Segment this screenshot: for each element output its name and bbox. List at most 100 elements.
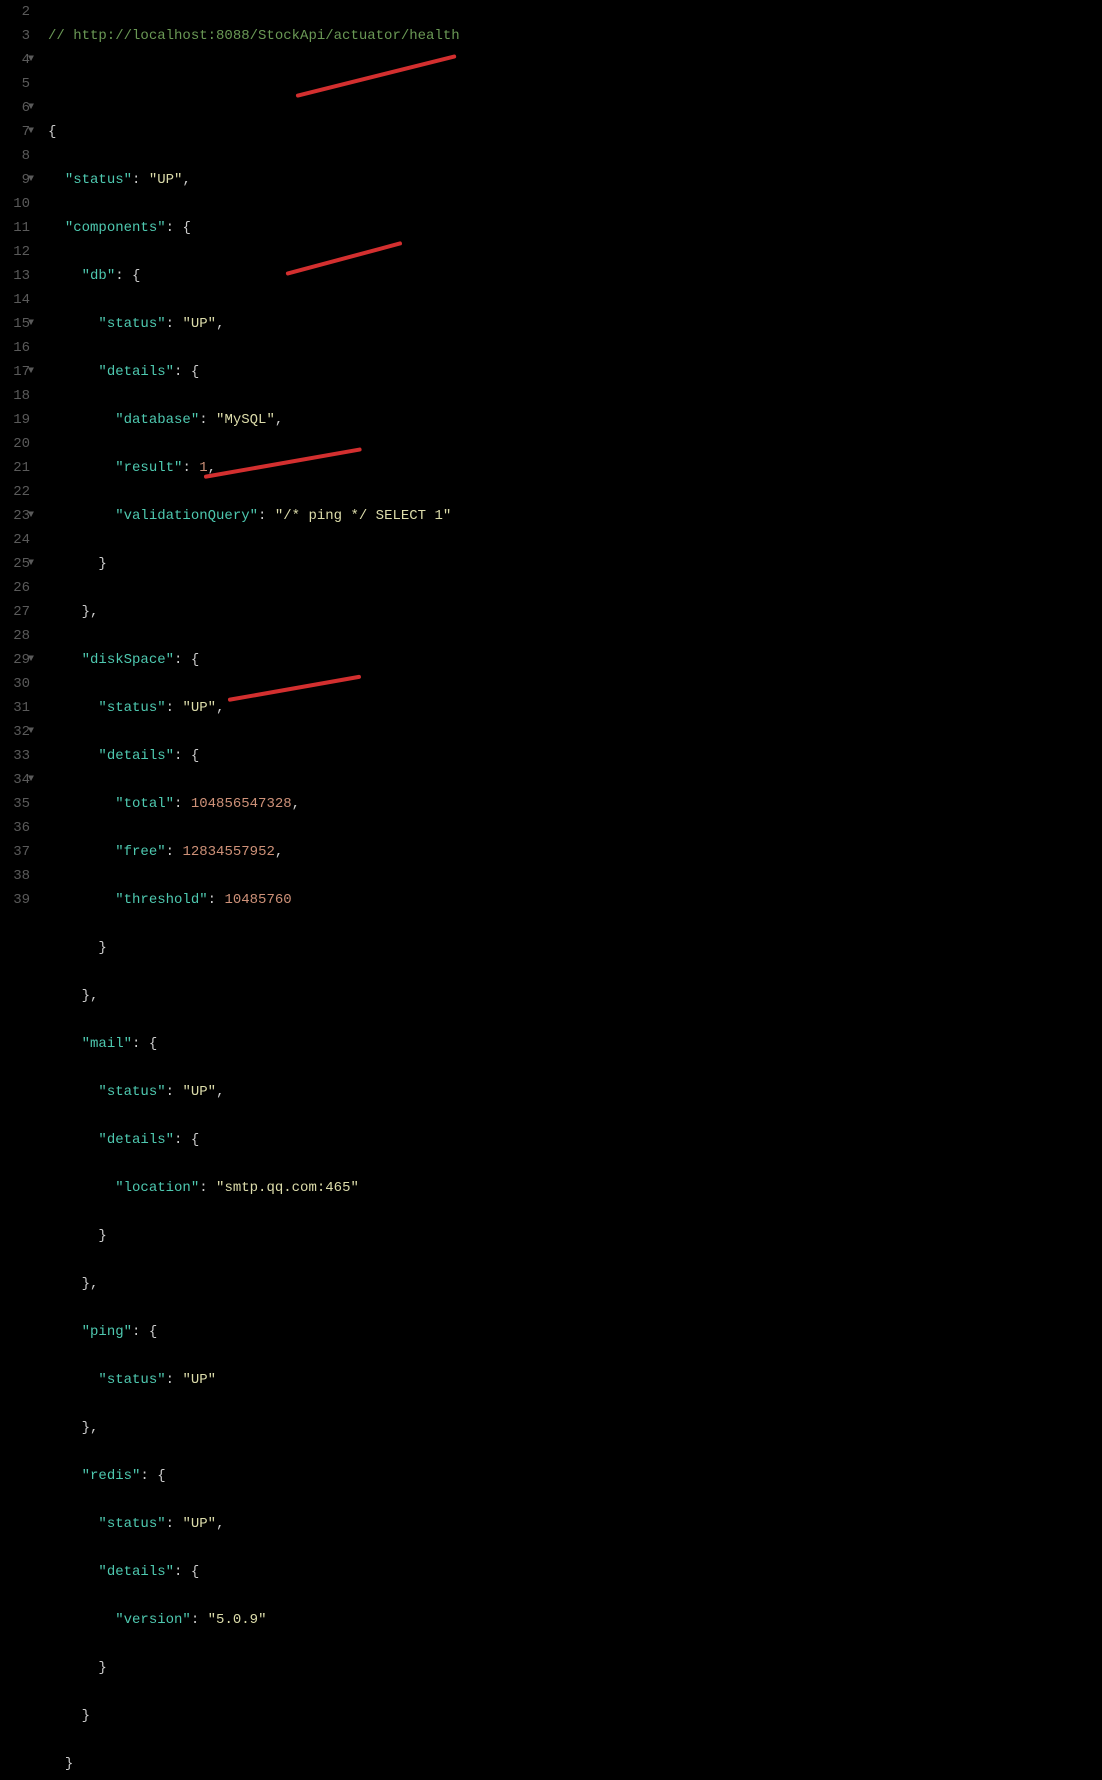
line-number: 12 [0,240,30,264]
line-number: 18 [0,384,30,408]
value-db-status: "UP" [182,316,216,332]
line-number: 24 [0,528,30,552]
fold-icon[interactable]: ▼ [26,552,36,576]
key-status: "status" [65,172,132,188]
value-result: 1 [199,460,207,476]
line-number: 16 [0,336,30,360]
fold-icon[interactable]: ▼ [26,48,36,72]
key-mail-details: "details" [98,1132,174,1148]
json-brace: }, [82,604,99,620]
key-diskspace-details: "details" [98,748,174,764]
value-status: "UP" [149,172,183,188]
value-redis-status: "UP" [182,1516,216,1532]
value-free: 12834557952 [182,844,274,860]
fold-icon[interactable]: ▼ [26,720,36,744]
key-result: "result" [115,460,182,476]
fold-icon[interactable]: ▼ [26,360,36,384]
json-brace: }, [82,988,99,1004]
key-db-details: "details" [98,364,174,380]
key-diskspace-status: "status" [98,700,165,716]
json-brace: } [65,1756,73,1772]
line-number: 34▼ [0,768,30,792]
key-redis: "redis" [82,1468,141,1484]
key-ping-status: "status" [98,1372,165,1388]
line-number: 11 [0,216,30,240]
key-diskspace: "diskSpace" [82,652,174,668]
line-number: 29▼ [0,648,30,672]
key-ping: "ping" [82,1324,132,1340]
json-brace: } [98,940,106,956]
key-free: "free" [115,844,165,860]
fold-icon[interactable]: ▼ [26,96,36,120]
json-brace: }, [82,1420,99,1436]
key-validation-query: "validationQuery" [115,508,258,524]
json-brace: { [48,124,56,140]
key-total: "total" [115,796,174,812]
code-content[interactable]: // http://localhost:8088/StockApi/actuat… [36,0,1102,890]
key-version: "version" [115,1612,191,1628]
json-brace: } [98,1660,106,1676]
key-db: "db" [82,268,116,284]
json-brace: }, [82,1276,99,1292]
key-threshold: "threshold" [115,892,207,908]
json-brace: } [98,1228,106,1244]
value-ping-status: "UP" [182,1372,216,1388]
line-number: 7▼ [0,120,30,144]
value-mail-status: "UP" [182,1084,216,1100]
line-number: 8 [0,144,30,168]
line-number: 14 [0,288,30,312]
key-redis-status: "status" [98,1516,165,1532]
value-database: "MySQL" [216,412,275,428]
line-number: 4▼ [0,48,30,72]
line-number: 37 [0,840,30,864]
line-number: 26 [0,576,30,600]
key-db-status: "status" [98,316,165,332]
line-number: 27 [0,600,30,624]
key-mail-status: "status" [98,1084,165,1100]
line-number: 5 [0,72,30,96]
key-database: "database" [115,412,199,428]
fold-icon[interactable]: ▼ [26,504,36,528]
line-number: 25▼ [0,552,30,576]
line-number: 21 [0,456,30,480]
line-number: 10 [0,192,30,216]
fold-icon[interactable]: ▼ [26,168,36,192]
line-number: 3 [0,24,30,48]
value-location: "smtp.qq.com:465" [216,1180,359,1196]
line-number: 19 [0,408,30,432]
comment-url: // http://localhost:8088/StockApi/actuat… [48,28,460,44]
line-number: 9▼ [0,168,30,192]
line-number: 2 [0,0,30,24]
line-number: 17▼ [0,360,30,384]
key-mail: "mail" [82,1036,132,1052]
line-number: 33 [0,744,30,768]
value-threshold: 10485760 [224,892,291,908]
line-number: 32▼ [0,720,30,744]
line-number: 20 [0,432,30,456]
key-redis-details: "details" [98,1564,174,1580]
fold-icon[interactable]: ▼ [26,768,36,792]
value-validation-query: "/* ping */ SELECT 1" [275,508,451,524]
key-components: "components" [65,220,166,236]
value-version: "5.0.9" [208,1612,267,1628]
line-number: 13 [0,264,30,288]
line-number: 39 [0,888,30,912]
line-number: 28 [0,624,30,648]
json-brace: } [82,1708,90,1724]
json-brace: } [98,556,106,572]
line-number: 36 [0,816,30,840]
line-number: 15▼ [0,312,30,336]
code-editor: 2 3 4▼ 5 6▼ 7▼ 8 9▼ 10 11 12 13 14 15▼ 1… [0,0,1102,890]
fold-icon[interactable]: ▼ [26,120,36,144]
value-diskspace-status: "UP" [182,700,216,716]
key-location: "location" [115,1180,199,1196]
line-number: 31 [0,696,30,720]
line-number: 38 [0,864,30,888]
line-gutter: 2 3 4▼ 5 6▼ 7▼ 8 9▼ 10 11 12 13 14 15▼ 1… [0,0,36,890]
fold-icon[interactable]: ▼ [26,312,36,336]
fold-icon[interactable]: ▼ [26,648,36,672]
line-number: 35 [0,792,30,816]
line-number: 22 [0,480,30,504]
line-number: 23▼ [0,504,30,528]
line-number: 30 [0,672,30,696]
